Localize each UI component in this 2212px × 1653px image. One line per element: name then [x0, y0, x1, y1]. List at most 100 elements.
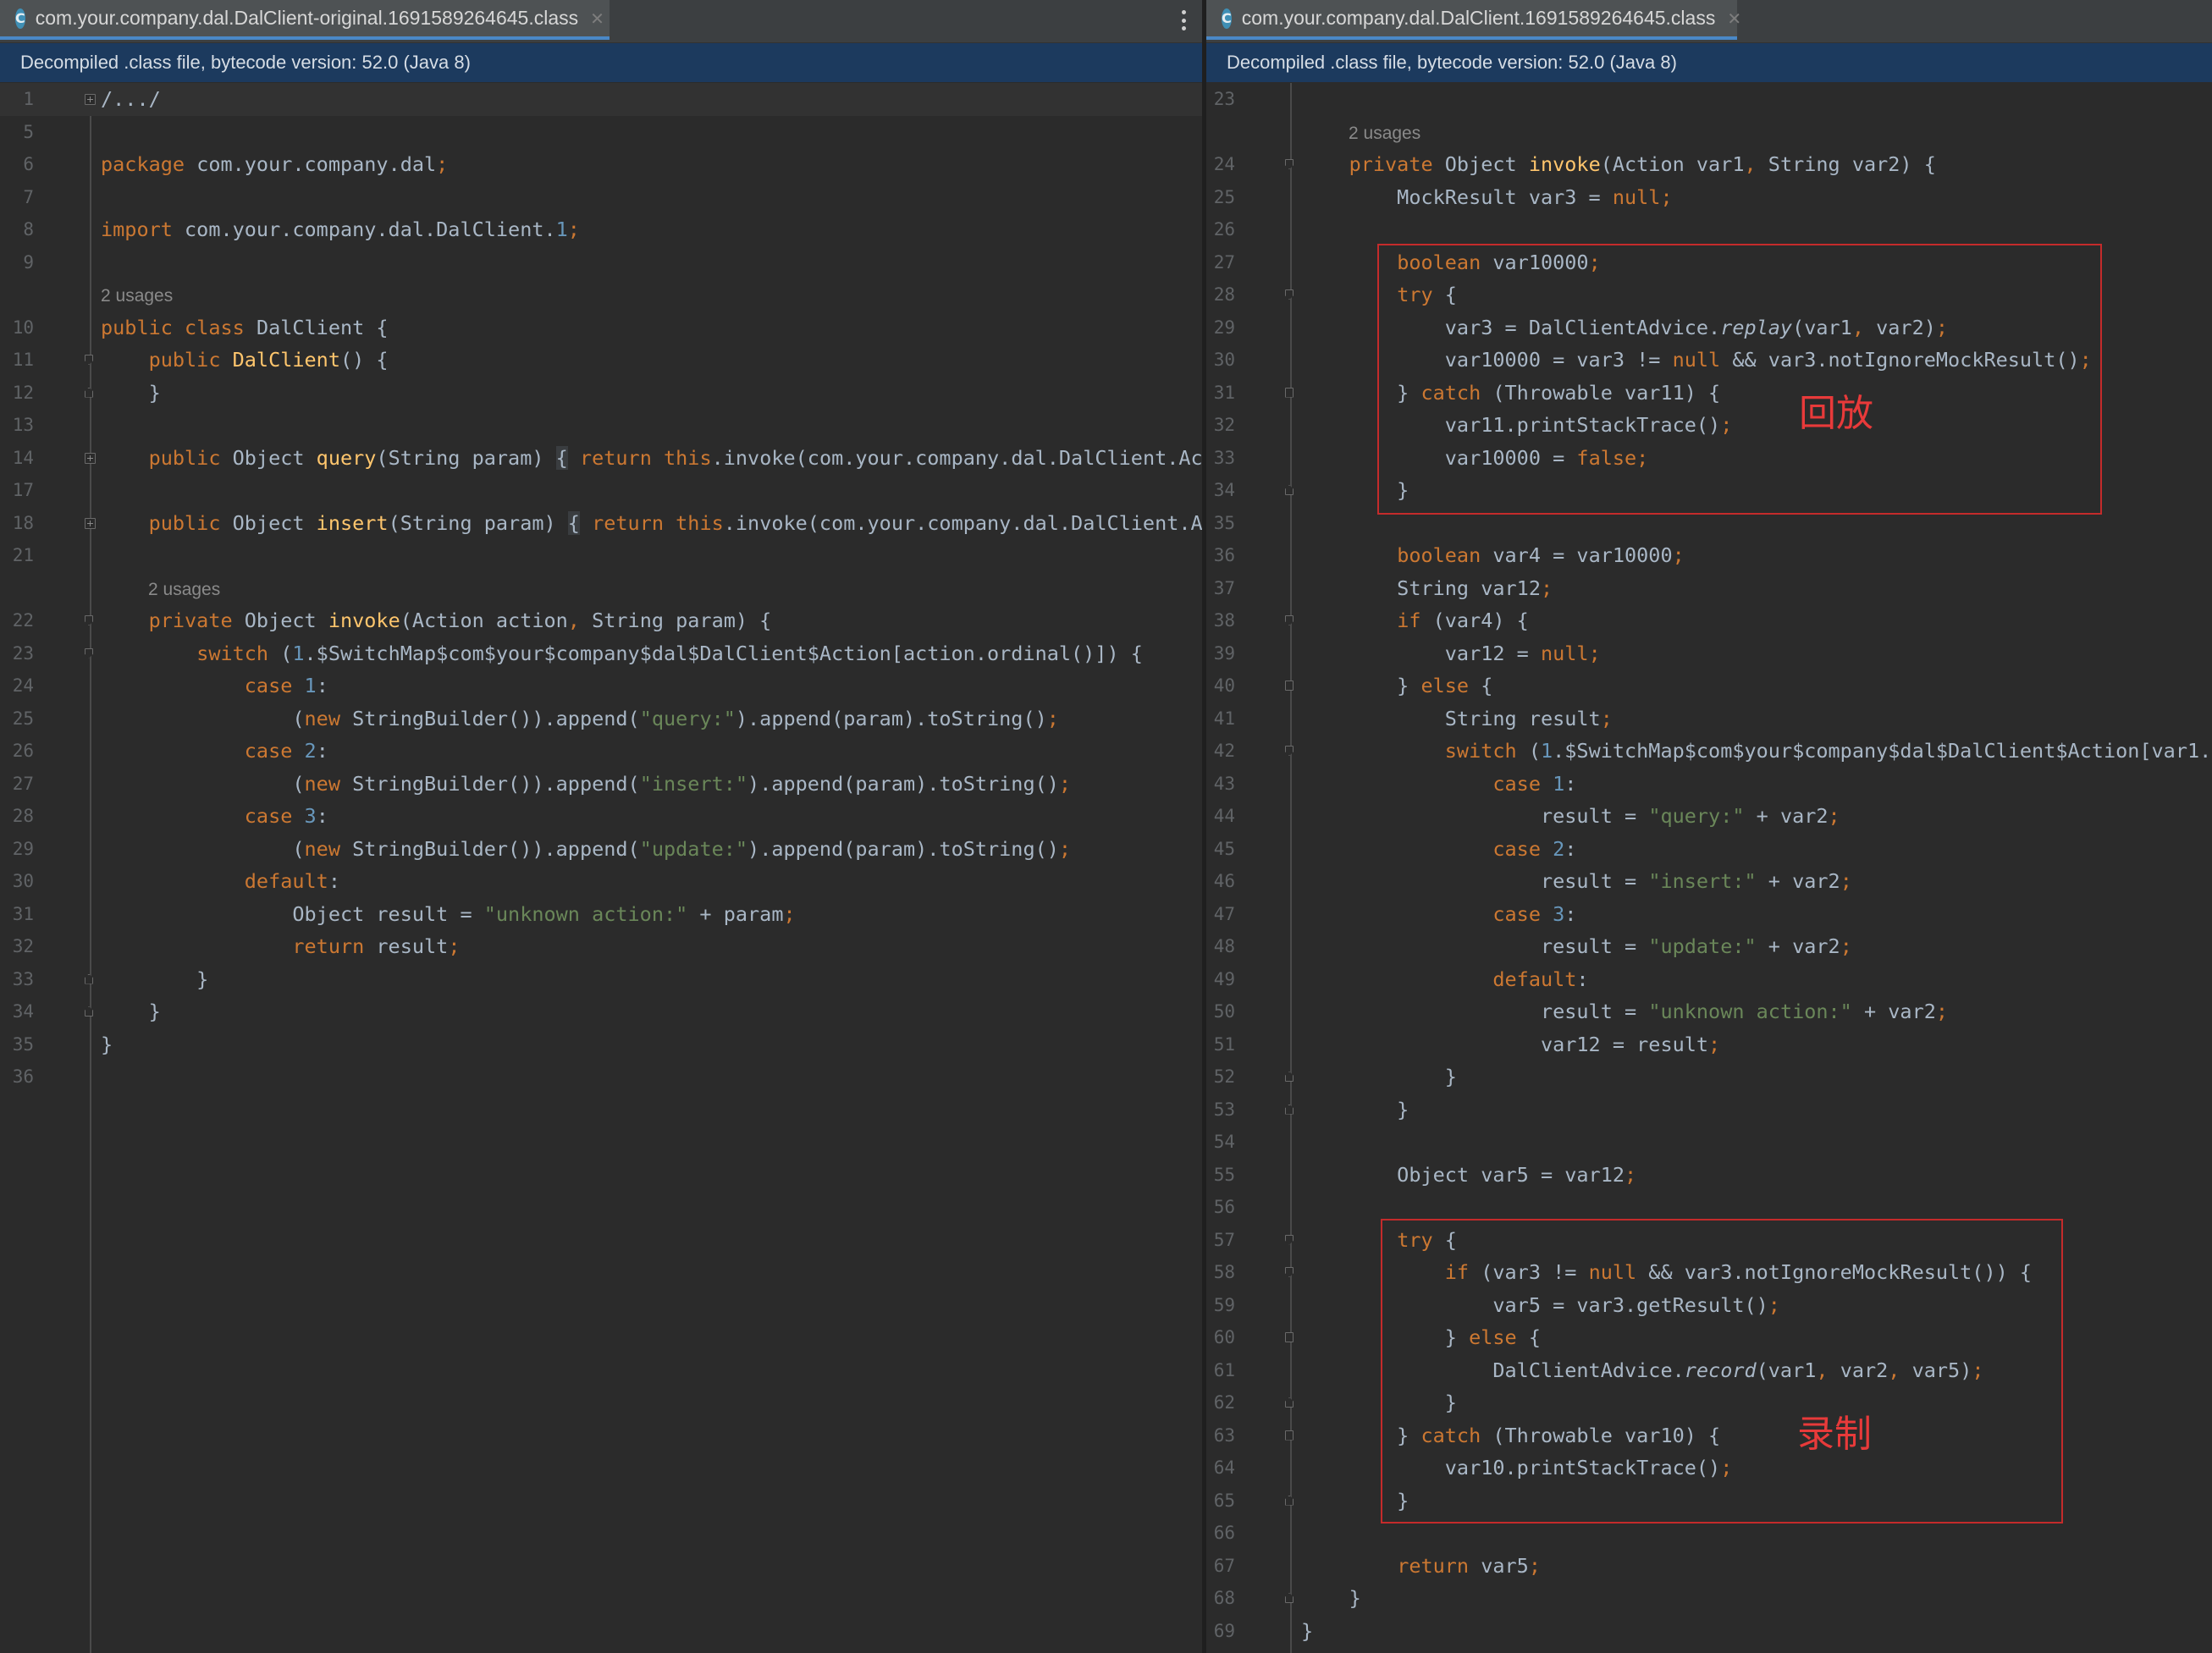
line-number: 29 — [1213, 317, 1235, 338]
code-line[interactable]: 49 default: — [1206, 963, 2212, 996]
code-line[interactable]: 7 — [0, 181, 1202, 214]
code-line[interactable]: 17 — [0, 474, 1202, 507]
code-line[interactable]: 67 return var5; — [1206, 1550, 2212, 1583]
code-line[interactable]: 24 case 1: — [0, 669, 1202, 703]
code-line[interactable]: 14 public Object query(String param) { r… — [0, 442, 1202, 475]
code-line[interactable]: 2 usages — [1206, 116, 2212, 149]
fold-marker-icon[interactable] — [1285, 1397, 1294, 1408]
code-text: public Object query(String param) { retu… — [148, 445, 1202, 470]
tab-instrumented-class[interactable]: C com.your.company.dal.DalClient.1691589… — [1206, 0, 1741, 40]
fold-marker-icon[interactable] — [1285, 1593, 1294, 1603]
code-line[interactable]: 36 — [0, 1061, 1202, 1094]
code-line[interactable]: 39 var12 = null; — [1206, 637, 2212, 670]
code-line[interactable]: 33 } — [0, 963, 1202, 996]
code-line[interactable]: 51 var12 = result; — [1206, 1028, 2212, 1061]
close-icon[interactable]: ✕ — [590, 8, 604, 29]
code-line[interactable]: 21 — [0, 539, 1202, 572]
code-line[interactable]: 44 result = "query:" + var2; — [1206, 800, 2212, 833]
fold-marker-icon[interactable] — [1285, 1495, 1294, 1506]
code-line[interactable]: 8 import com.your.company.dal.DalClient.1… — [0, 213, 1202, 246]
line-number: 17 — [12, 480, 34, 500]
close-icon[interactable]: ✕ — [1727, 8, 1741, 29]
code-line[interactable]: 38 if (var4) { — [1206, 604, 2212, 637]
code-line[interactable]: 26 case 2: — [0, 735, 1202, 768]
fold-marker-icon[interactable] — [85, 1006, 93, 1017]
code-line[interactable]: 27 (new StringBuilder()).append("insert:… — [0, 768, 1202, 801]
fold-marker-icon[interactable] — [1285, 1072, 1294, 1082]
fold-marker-icon[interactable] — [1285, 1430, 1294, 1441]
fold-marker-icon[interactable] — [85, 647, 93, 658]
code-line[interactable]: 11 public DalClient() { — [0, 344, 1202, 377]
line-number: 35 — [12, 1033, 34, 1055]
line-number: 69 — [1213, 1620, 1235, 1641]
fold-marker-icon[interactable] — [85, 94, 96, 105]
line-number: 31 — [1213, 382, 1235, 403]
code-line[interactable]: 45 case 2: — [1206, 833, 2212, 866]
code-line[interactable]: 1 /.../ — [0, 83, 1202, 116]
code-line[interactable]: 13 — [0, 409, 1202, 442]
code-line[interactable]: 29 (new StringBuilder()).append("update:… — [0, 833, 1202, 866]
code-line[interactable]: 47 case 3: — [1206, 898, 2212, 931]
fold-marker-icon[interactable] — [1285, 159, 1294, 169]
code-line[interactable]: 28 case 3: — [0, 800, 1202, 833]
code-line[interactable]: 40 } else { — [1206, 669, 2212, 703]
code-line[interactable]: 35} — [0, 1028, 1202, 1061]
code-line[interactable]: 36 boolean var4 = var10000; — [1206, 539, 2212, 572]
code-line[interactable]: 42 switch (1.$SwitchMap$com$your$company… — [1206, 735, 2212, 768]
code-line[interactable]: 24 private Object invoke(Action var1, St… — [1206, 148, 2212, 181]
line-number: 49 — [1213, 968, 1235, 989]
fold-marker-icon[interactable] — [1285, 746, 1294, 756]
code-line[interactable]: 31 Object result = "unknown action:" + p… — [0, 898, 1202, 931]
code-line[interactable]: 22 private Object invoke(Action action, … — [0, 604, 1202, 637]
fold-marker-icon[interactable] — [85, 387, 93, 398]
fold-marker-icon[interactable] — [1285, 680, 1294, 691]
code-line[interactable]: 50 result = "unknown action:" + var2; — [1206, 995, 2212, 1028]
code-line[interactable]: 68 } — [1206, 1582, 2212, 1615]
fold-marker-icon[interactable] — [1285, 289, 1294, 300]
fold-marker-icon[interactable] — [85, 517, 96, 529]
tab-original-class[interactable]: C com.your.company.dal.DalClient-origina… — [0, 0, 610, 40]
code-line[interactable]: 23 — [1206, 83, 2212, 116]
fold-marker-icon[interactable] — [85, 973, 93, 984]
code-line[interactable]: 2 usages — [0, 278, 1202, 311]
code-line[interactable]: 48 result = "update:" + var2; — [1206, 930, 2212, 963]
line-number: 36 — [12, 1066, 34, 1087]
code-line[interactable]: 5 — [0, 116, 1202, 149]
fold-marker-icon[interactable] — [1285, 615, 1294, 625]
code-line[interactable]: 55 Object var5 = var12; — [1206, 1159, 2212, 1192]
line-number: 38 — [1213, 610, 1235, 631]
fold-marker-icon[interactable] — [85, 615, 93, 625]
fold-marker-icon[interactable] — [1285, 1234, 1294, 1245]
code-line[interactable]: 25 (new StringBuilder()).append("query:"… — [0, 703, 1202, 736]
fold-marker-icon[interactable] — [1285, 485, 1294, 495]
code-line[interactable]: 52 } — [1206, 1061, 2212, 1094]
code-line[interactable]: 12 } — [0, 377, 1202, 410]
code-line[interactable]: 41 String result; — [1206, 703, 2212, 736]
code-line[interactable]: 46 result = "insert:" + var2; — [1206, 865, 2212, 898]
code-line[interactable]: 43 case 1: — [1206, 768, 2212, 801]
fold-marker-icon[interactable] — [85, 452, 96, 464]
code-line[interactable]: 10 public class DalClient { — [0, 311, 1202, 344]
code-line[interactable]: 54 — [1206, 1126, 2212, 1159]
fold-marker-icon[interactable] — [1285, 387, 1294, 398]
code-line[interactable]: 18 public Object insert(String param) { … — [0, 507, 1202, 540]
line-number: 26 — [12, 741, 34, 761]
more-vertical-icon[interactable] — [1173, 7, 1194, 34]
fold-marker-icon[interactable] — [1285, 1267, 1294, 1277]
code-line[interactable]: 2 usages — [0, 572, 1202, 605]
fold-marker-icon[interactable] — [1285, 1104, 1294, 1115]
code-line[interactable]: 25 MockResult var3 = null; — [1206, 181, 2212, 214]
left-code-editor[interactable]: 1 /.../ 5 6 package com.your.company.dal; 7 8 i… — [0, 83, 1202, 1653]
code-line[interactable]: 34 } — [0, 995, 1202, 1028]
code-line[interactable]: 9 — [0, 246, 1202, 279]
code-line[interactable]: 53 } — [1206, 1094, 2212, 1127]
code-line[interactable]: 69} — [1206, 1615, 2212, 1648]
fold-marker-icon[interactable] — [85, 355, 93, 365]
code-line[interactable]: 32 return result; — [0, 930, 1202, 963]
code-line[interactable]: 30 default: — [0, 865, 1202, 898]
code-line[interactable]: 23 switch (1.$SwitchMap$com$your$company… — [0, 637, 1202, 670]
code-line[interactable]: 6 package com.your.company.dal; — [0, 148, 1202, 181]
fold-marker-icon[interactable] — [1285, 1332, 1294, 1342]
code-line[interactable]: 26 — [1206, 213, 2212, 246]
code-line[interactable]: 37 String var12; — [1206, 572, 2212, 605]
